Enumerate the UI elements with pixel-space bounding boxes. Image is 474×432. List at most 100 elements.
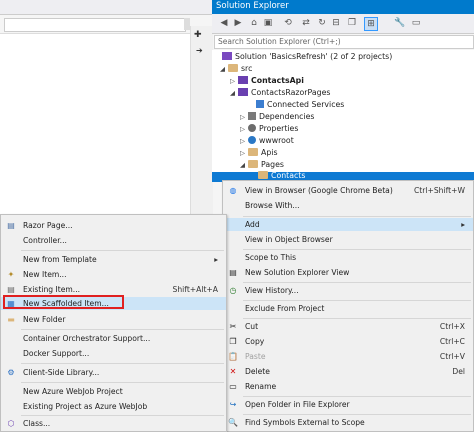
expanded-arrow-icon: ◢ — [220, 65, 225, 73]
tree-item-src[interactable]: ◢ src — [220, 63, 252, 75]
search-input[interactable]: Search Solution Explorer (Ctrl+;) — [214, 35, 474, 49]
folder-context-menu: ◍ View in Browser (Google Chrome Beta) Ct… — [222, 180, 474, 432]
menu-item-view-history[interactable]: ◷ View History... — [223, 284, 473, 297]
menu-item-add[interactable]: Add ▸ — [223, 218, 473, 231]
menu-item-paste: 📋 Paste Ctrl+V — [228, 352, 465, 361]
switch-views-icon[interactable]: ▣ — [262, 17, 274, 29]
menu-separator — [243, 414, 471, 415]
refresh-icon[interactable]: ↻ — [316, 17, 328, 29]
dependencies-icon — [248, 112, 256, 120]
new-item-icon: ✦ — [7, 270, 15, 279]
collapsed-arrow-icon: ▷ — [240, 113, 245, 121]
new-folder-icon: ▬ — [7, 315, 15, 324]
menu-item-new-solution-explorer-view[interactable]: ▤ New Solution Explorer View — [223, 266, 473, 279]
folder-open-icon: ↪ — [229, 400, 237, 409]
wrench-icon[interactable]: 🔧 — [394, 17, 406, 29]
menu-item-browse-with[interactable]: Browse With... — [223, 199, 473, 212]
folder-icon — [248, 160, 258, 168]
scissors-icon: ✂ — [229, 322, 237, 331]
editor-side-gutter — [190, 26, 213, 246]
collapsed-arrow-icon: ▷ — [240, 125, 245, 133]
menu-item-find-symbols-external-to-scope[interactable]: 🔍 Find Symbols External to Scope — [223, 416, 473, 429]
connected-services-icon — [256, 100, 264, 108]
menu-separator — [243, 282, 471, 283]
menu-separator — [243, 300, 471, 301]
menu-item-open-folder-in-file-explorer[interactable]: ↪ Open Folder in File Explorer — [223, 398, 473, 411]
menu-item-view-in-object-browser[interactable]: View in Object Browser — [223, 233, 473, 246]
menu-item-copy[interactable]: ❐ Copy Ctrl+C — [223, 335, 473, 348]
browser-icon: ◍ — [229, 186, 237, 195]
tree-item-contactsrazorpages[interactable]: ◢ ContactsRazorPages — [230, 87, 330, 99]
menu-item-scope-to-this[interactable]: Scope to This — [223, 251, 473, 264]
submenu-item-docker-support[interactable]: Docker Support... — [1, 347, 226, 360]
copy-icon[interactable]: ❐ — [346, 17, 358, 29]
submenu-item-new-item[interactable]: ✦ New Item... — [1, 268, 226, 281]
submenu-arrow-icon: ▸ — [214, 255, 218, 264]
submenu-item-container-orchestrator-support[interactable]: Container Orchestrator Support... — [1, 332, 226, 345]
plus-icon[interactable]: ✚ — [194, 30, 202, 40]
panel-title: Solution Explorer — [216, 1, 289, 11]
editor-navigation-dropdown[interactable] — [4, 18, 186, 32]
menu-separator — [21, 250, 224, 251]
clipboard-icon: 📋 — [228, 352, 238, 361]
history-icon: ◷ — [229, 286, 237, 295]
tree-item-properties[interactable]: ▷ Properties — [240, 123, 298, 135]
submenu-item-existing-project-as-azure-webjob[interactable]: Existing Project as Azure WebJob — [1, 400, 226, 413]
solution-explorer-toolbar: ◀ ▶ ⌂ ▣ ⟲ ⇄ ↻ ⊟ ❐ ⊞ 🔧 ▭ — [212, 14, 474, 34]
folder-icon — [228, 64, 238, 72]
delete-x-icon: ✕ — [229, 367, 237, 376]
back-icon[interactable]: ◀ — [218, 17, 230, 29]
razor-page-icon: ▤ — [7, 221, 15, 230]
home-icon[interactable]: ⌂ — [248, 17, 260, 29]
menu-separator — [243, 216, 471, 217]
solution-tree: Solution 'BasicsRefresh' (2 of 2 project… — [212, 50, 474, 180]
existing-item-icon: ▤ — [7, 285, 15, 294]
project-icon — [238, 88, 248, 96]
editor-tab-strip — [0, 0, 212, 15]
arrow-right-icon[interactable]: ➔ — [196, 46, 203, 55]
submenu-item-new-from-template[interactable]: New from Template ▸ — [1, 253, 226, 266]
tree-item-connected-services[interactable]: Connected Services — [248, 99, 344, 111]
tree-item-wwwroot[interactable]: ▷ wwwroot — [240, 135, 294, 147]
sync-icon[interactable]: ⇄ — [300, 17, 312, 29]
add-submenu: ▤ Razor Page... Controller... New from T… — [0, 214, 227, 432]
submenu-item-client-side-library[interactable]: ⚙ Client-Side Library... — [1, 366, 226, 379]
menu-separator — [21, 415, 224, 416]
submenu-item-new-azure-webjob-project[interactable]: New Azure WebJob Project — [1, 385, 226, 398]
menu-separator — [243, 318, 471, 319]
tree-item-apis[interactable]: ▷ Apis — [240, 147, 278, 159]
code-editor[interactable] — [0, 33, 190, 224]
forward-icon[interactable]: ▶ — [232, 17, 244, 29]
submenu-item-razor-page[interactable]: ▤ Razor Page... — [1, 219, 226, 232]
menu-item-rename[interactable]: ▭ Rename — [223, 380, 473, 393]
project-icon — [238, 76, 248, 84]
menu-separator — [243, 396, 471, 397]
submenu-item-class[interactable]: ⬡ Class... — [1, 417, 226, 430]
tree-item-pages[interactable]: ◢ Pages — [240, 159, 284, 171]
submenu-arrow-icon: ▸ — [461, 220, 465, 229]
history-icon[interactable]: ⟲ — [282, 17, 294, 29]
tree-item-dependencies[interactable]: ▷ Dependencies — [240, 111, 315, 123]
menu-separator — [21, 363, 224, 364]
find-symbols-icon: 🔍 — [228, 418, 238, 427]
preview-icon[interactable]: ▭ — [410, 17, 422, 29]
tree-item-solution[interactable]: Solution 'BasicsRefresh' (2 of 2 project… — [214, 51, 392, 63]
rename-icon: ▭ — [229, 382, 237, 391]
menu-separator — [21, 382, 224, 383]
menu-item-exclude-from-project[interactable]: Exclude From Project — [223, 302, 473, 315]
menu-item-cut[interactable]: ✂ Cut Ctrl+X — [223, 320, 473, 333]
properties-icon — [248, 124, 256, 132]
tree-item-contactsapi[interactable]: ▷ ContactsApi — [230, 75, 304, 87]
expanded-arrow-icon: ◢ — [240, 161, 245, 169]
collapsed-arrow-icon: ▷ — [230, 77, 235, 85]
collapsed-arrow-icon: ▷ — [240, 149, 245, 157]
submenu-item-controller[interactable]: Controller... — [1, 234, 226, 247]
new-view-icon: ▤ — [229, 268, 237, 277]
submenu-item-new-folder[interactable]: ▬ New Folder — [1, 313, 226, 326]
menu-item-view-in-browser[interactable]: ◍ View in Browser (Google Chrome Beta) Ct… — [223, 184, 473, 197]
collapse-all-icon[interactable]: ⊟ — [330, 17, 342, 29]
show-all-files-icon[interactable]: ⊞ — [364, 17, 378, 31]
menu-item-delete[interactable]: ✕ Delete Del — [223, 365, 473, 378]
collapsed-arrow-icon: ▷ — [240, 137, 245, 145]
solution-icon — [222, 52, 232, 60]
